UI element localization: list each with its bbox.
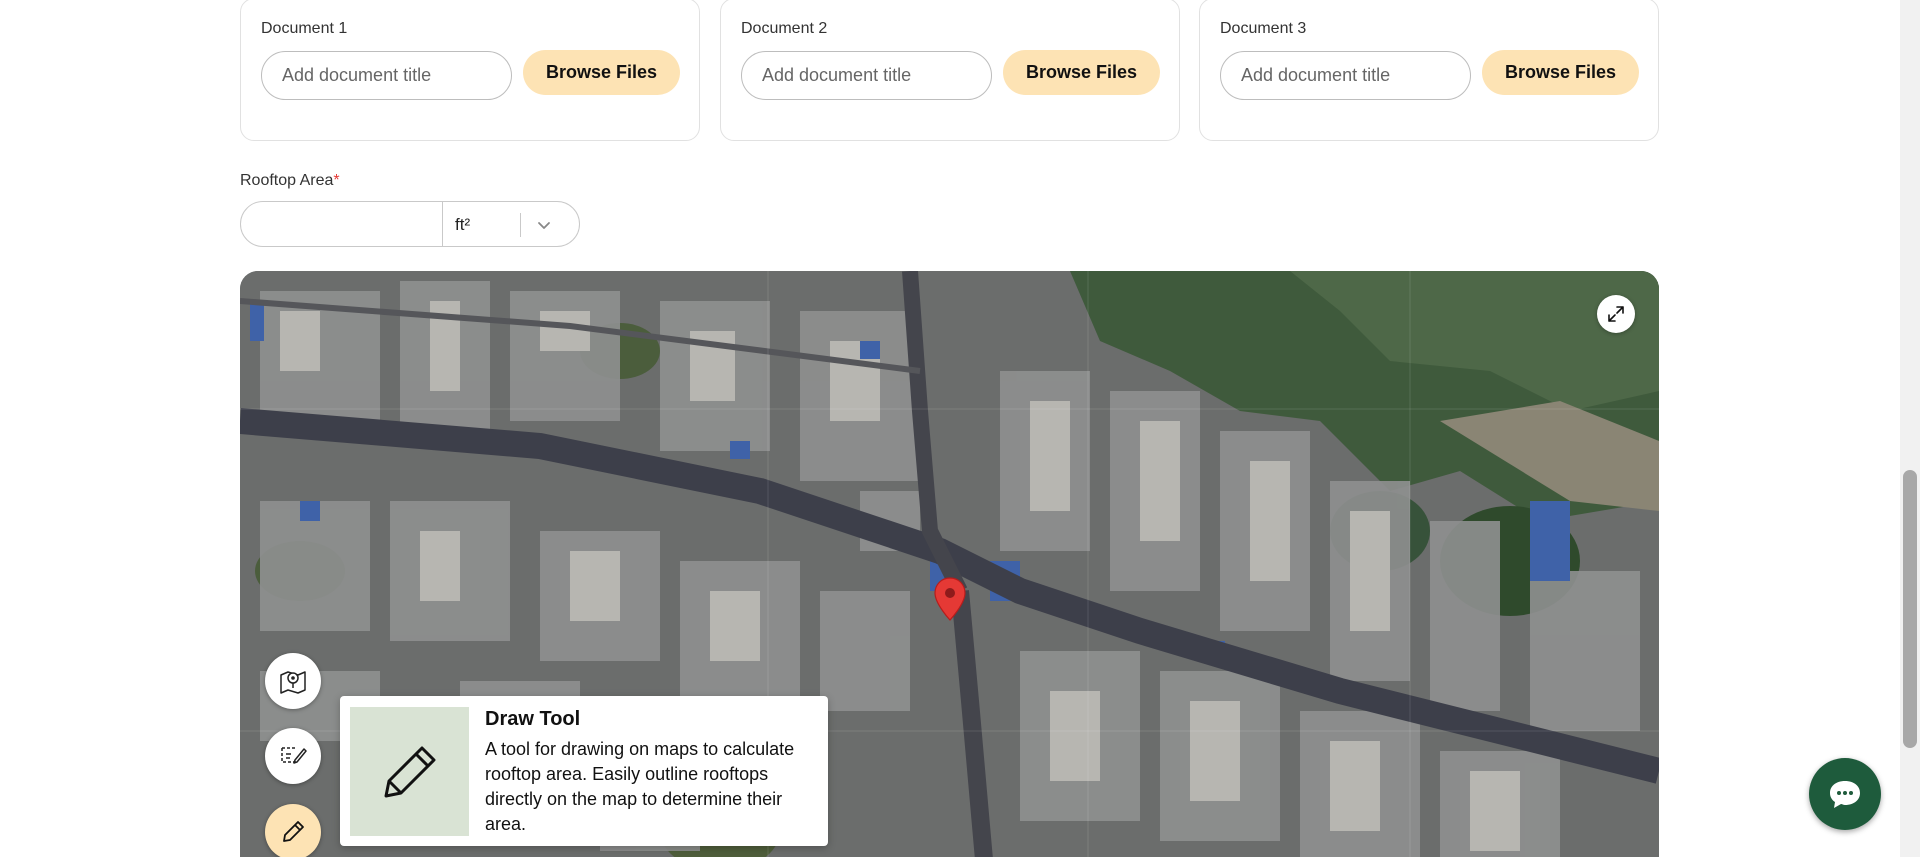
rooftop-area-label: Rooftop Area* [240,172,340,190]
document-card-3: Document 3 Browse Files [1199,0,1659,141]
expand-icon [1608,306,1624,322]
page: Document 1 Browse Files Document 2 Brows… [0,0,1920,857]
tooltip-description: A tool for drawing on maps to calculate … [485,739,795,834]
draw-tool-tooltip: Draw Tool A tool for drawing on maps to … [340,696,828,846]
select-edit-tool-button[interactable] [265,728,321,784]
chat-button[interactable] [1809,758,1881,830]
document-card-1: Document 1 Browse Files [240,0,700,141]
tooltip-illustration [350,707,469,836]
pencil-icon [384,746,435,797]
tooltip-title: Draw Tool [485,708,581,730]
expand-map-button[interactable] [1597,295,1635,333]
document-label: Document 3 [1220,20,1307,37]
chat-bubble-icon [1830,781,1860,808]
browse-files-button[interactable]: Browse Files [1482,50,1639,95]
rooftop-area-input[interactable] [241,202,441,246]
rooftop-area-label-text: Rooftop Area [240,172,334,189]
map-location-icon [280,671,306,694]
map-location-tool-button[interactable] [265,653,321,709]
location-pin-icon [934,577,966,621]
document-label: Document 2 [741,20,828,37]
pencil-icon [283,821,304,842]
rooftop-area-field: ft² [240,201,580,247]
page-scrollbar[interactable] [1900,0,1920,857]
document-title-input[interactable] [261,51,512,100]
document-title-input[interactable] [741,51,992,100]
divider [520,213,521,237]
select-edit-icon [281,747,307,764]
document-label: Document 1 [261,20,348,37]
draw-tool-button[interactable] [265,804,321,857]
browse-files-button[interactable]: Browse Files [1003,50,1160,95]
satellite-map[interactable]: Draw Tool A tool for drawing on maps to … [240,271,1659,857]
document-card-2: Document 2 Browse Files [720,0,1180,141]
scrollbar-thumb[interactable] [1903,470,1917,748]
document-title-input[interactable] [1220,51,1471,100]
unit-select-value[interactable]: ft² [455,215,470,235]
browse-files-button[interactable]: Browse Files [523,50,680,95]
required-mark: * [333,172,340,189]
chevron-down-icon[interactable] [535,216,553,234]
divider [442,202,443,246]
